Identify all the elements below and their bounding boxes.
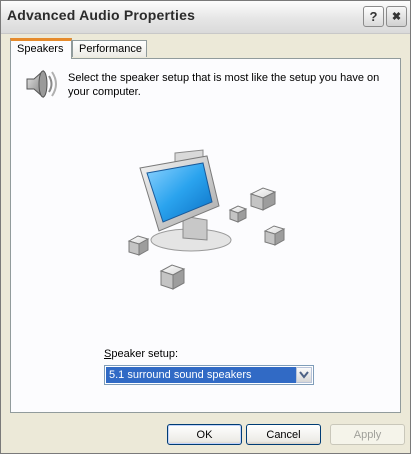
help-icon: ? xyxy=(369,9,378,24)
window-title: Advanced Audio Properties xyxy=(7,7,196,23)
cancel-button[interactable]: Cancel xyxy=(246,424,321,445)
speaker-setup-value: 5.1 surround sound speakers xyxy=(106,367,296,383)
apply-button[interactable]: Apply xyxy=(330,424,405,445)
speaker-icon xyxy=(24,66,58,107)
tab-performance[interactable]: Performance xyxy=(72,40,147,57)
close-button[interactable]: ✖ xyxy=(386,6,407,27)
surround-speaker-illustration xyxy=(123,146,303,304)
instruction-text: Select the speaker setup that is most li… xyxy=(68,72,380,98)
tab-speakers[interactable]: Speakers xyxy=(10,38,72,59)
speaker-setup-dropdown[interactable]: 5.1 surround sound speakers xyxy=(104,365,314,385)
dropdown-arrow-button[interactable] xyxy=(296,367,312,383)
speaker-setup-label-text: peaker setup: xyxy=(111,348,178,360)
title-bar[interactable]: Advanced Audio Properties ? ✖ xyxy=(1,1,410,34)
help-button[interactable]: ? xyxy=(363,6,384,27)
chevron-down-icon xyxy=(299,371,309,379)
speaker-setup-label: Speaker setup: xyxy=(104,348,178,360)
dialog-window: Advanced Audio Properties ? ✖ Speakers P… xyxy=(0,0,411,454)
close-icon: ✖ xyxy=(391,11,402,23)
ok-button[interactable]: OK xyxy=(167,424,242,445)
